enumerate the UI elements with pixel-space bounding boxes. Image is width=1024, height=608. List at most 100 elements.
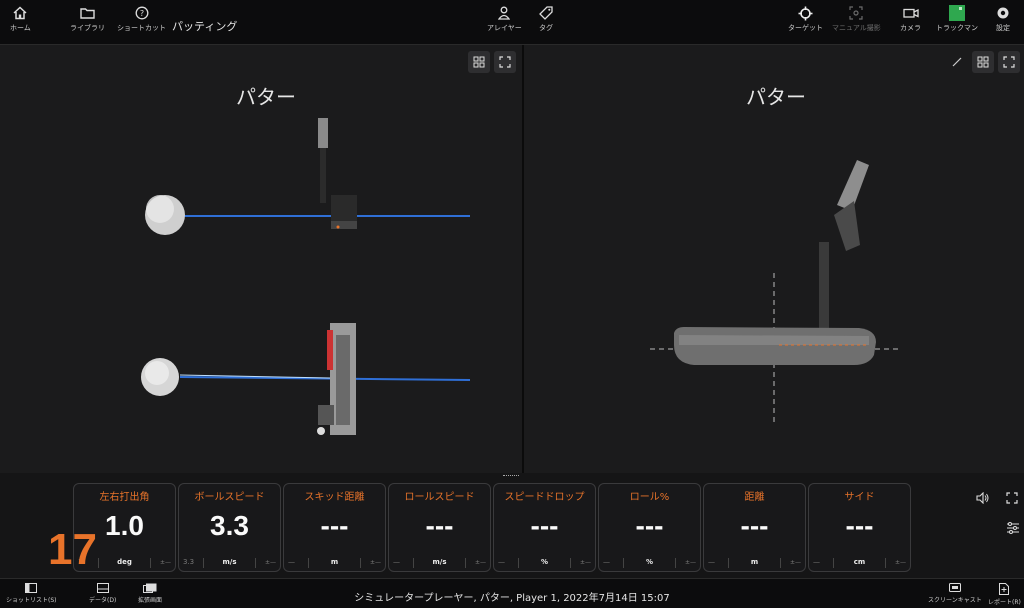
- metric-tolerance: ±—: [894, 559, 906, 566]
- metric-separator: [675, 558, 676, 568]
- metric-separator: [413, 558, 414, 568]
- metric-separator: [203, 558, 204, 568]
- person-icon: [498, 4, 511, 22]
- metric-card[interactable]: スキッド距離 --- m — ±—: [283, 483, 386, 572]
- sound-button[interactable]: [976, 489, 990, 508]
- report-icon: [999, 583, 1010, 595]
- player-label: アレイヤー: [487, 24, 522, 32]
- metrics-settings-button[interactable]: [1006, 519, 1020, 538]
- trackman-button[interactable]: トラックマン: [936, 4, 978, 32]
- top-toolbar: ホーム ライブラリ ? ショートカット パッティング アレイヤー タグ ターゲッ…: [0, 0, 1024, 45]
- metric-separator: [308, 558, 309, 568]
- metric-min: 3.3: [183, 558, 195, 566]
- page-title: パッティング: [172, 20, 238, 33]
- metric-separator: [570, 558, 571, 568]
- home-label: ホーム: [10, 24, 31, 32]
- shot-number: 17: [48, 525, 97, 574]
- metric-tolerance: ±—: [369, 559, 381, 566]
- metric-title: スキッド距離: [304, 492, 365, 503]
- metric-separator: [518, 558, 519, 568]
- camera-icon: [902, 4, 919, 22]
- metric-separator: [465, 558, 466, 568]
- library-label: ライブラリ: [70, 24, 105, 32]
- metric-title: 距離: [744, 492, 765, 503]
- manual-capture-button[interactable]: マニュアル撮影: [832, 4, 881, 32]
- metric-separator: [885, 558, 886, 568]
- putter-top-views: [141, 118, 471, 435]
- metric-tolerance: ±—: [684, 559, 696, 566]
- home-icon: [13, 4, 27, 22]
- metric-value: ---: [845, 510, 874, 541]
- metric-separator: [623, 558, 624, 568]
- metric-min: —: [603, 558, 610, 566]
- target-button[interactable]: ターゲット: [788, 4, 823, 32]
- metric-title: ロールスピード: [404, 492, 475, 503]
- report-label: レポート(R): [988, 599, 1021, 606]
- metric-min: —: [813, 558, 820, 566]
- left-view-panel: パター: [0, 45, 522, 473]
- screencast-icon: [948, 583, 961, 592]
- metric-value: ---: [425, 510, 454, 541]
- metric-value: ---: [530, 510, 559, 541]
- report-button[interactable]: レポート(R): [988, 583, 1021, 606]
- metric-tolerance: ±—: [159, 559, 171, 566]
- expand-icon: [1006, 492, 1018, 504]
- screencast-label: スクリーンキャスト: [928, 597, 982, 604]
- footer-bar: ショットリスト(S) データ(D) 拡張画面 シミュレータープレーヤー, パター…: [0, 578, 1024, 608]
- sliders-icon: [1007, 522, 1019, 534]
- svg-text:?: ?: [139, 9, 143, 18]
- tag-label: タグ: [539, 24, 553, 32]
- metric-card[interactable]: ロールスピード --- m/s — ±—: [388, 483, 491, 572]
- metric-card[interactable]: サイド --- cm — ±—: [808, 483, 911, 572]
- metric-separator: [255, 558, 256, 568]
- trackman-label: トラックマン: [936, 24, 978, 32]
- putter-shaft-3d: [819, 242, 829, 332]
- library-button[interactable]: ライブラリ: [70, 4, 105, 32]
- player-button[interactable]: アレイヤー: [487, 4, 522, 32]
- metric-card[interactable]: スピードドロップ ---% — ±—: [493, 483, 596, 572]
- putter-shaft: [320, 148, 326, 203]
- metric-title: サイド: [844, 492, 875, 503]
- metric-tolerance: ±—: [474, 559, 486, 566]
- putter-3d-view: [650, 160, 902, 425]
- metric-separator: [780, 558, 781, 568]
- panel-resize-handle[interactable]: [503, 475, 519, 478]
- tag-button[interactable]: タグ: [539, 4, 553, 32]
- putter-head-3d: [674, 327, 876, 365]
- metric-value: ---: [635, 510, 664, 541]
- metric-separator: [728, 558, 729, 568]
- metric-card[interactable]: ボールスピード 3.3 m/s 3.3 ±—: [178, 483, 281, 572]
- metric-value: ---: [320, 510, 349, 541]
- metric-title: ロール%: [629, 492, 670, 503]
- manual-label: マニュアル撮影: [832, 24, 881, 32]
- metric-min: —: [288, 558, 295, 566]
- settings-button[interactable]: 設定: [996, 4, 1010, 32]
- metric-separator: [833, 558, 834, 568]
- metric-title: 左右打出角: [99, 492, 150, 503]
- metric-title: スピードドロップ: [504, 492, 585, 503]
- metric-min: —: [393, 558, 400, 566]
- metric-min: —: [708, 558, 715, 566]
- right-view-panel: パター: [524, 45, 1024, 473]
- home-button[interactable]: ホーム: [10, 4, 31, 32]
- metric-separator: [150, 558, 151, 568]
- metric-value: 3.3: [210, 510, 249, 541]
- crosshair-icon: [798, 4, 813, 22]
- camera-label: カメラ: [900, 24, 921, 32]
- metric-card[interactable]: ロール% ---% — ±—: [598, 483, 701, 572]
- help-circle-icon: ?: [135, 4, 149, 22]
- tag-icon: [539, 4, 553, 22]
- shortcut-label: ショートカット: [117, 24, 166, 32]
- screencast-button[interactable]: スクリーンキャスト: [928, 583, 982, 604]
- metrics-fullscreen-button[interactable]: [1006, 489, 1018, 508]
- metric-tolerance: ±—: [264, 559, 276, 566]
- metric-tolerance: ±—: [789, 559, 801, 566]
- shortcut-button[interactable]: ? ショートカット: [117, 4, 166, 32]
- metric-card[interactable]: 距離 --- m — ±—: [703, 483, 806, 572]
- camera-button[interactable]: カメラ: [900, 4, 921, 32]
- trackman-icon: [949, 4, 965, 22]
- metric-tolerance: ±—: [579, 559, 591, 566]
- metric-separator: [360, 558, 361, 568]
- metric-title: ボールスピード: [194, 492, 265, 503]
- focus-frame-icon: [849, 4, 863, 22]
